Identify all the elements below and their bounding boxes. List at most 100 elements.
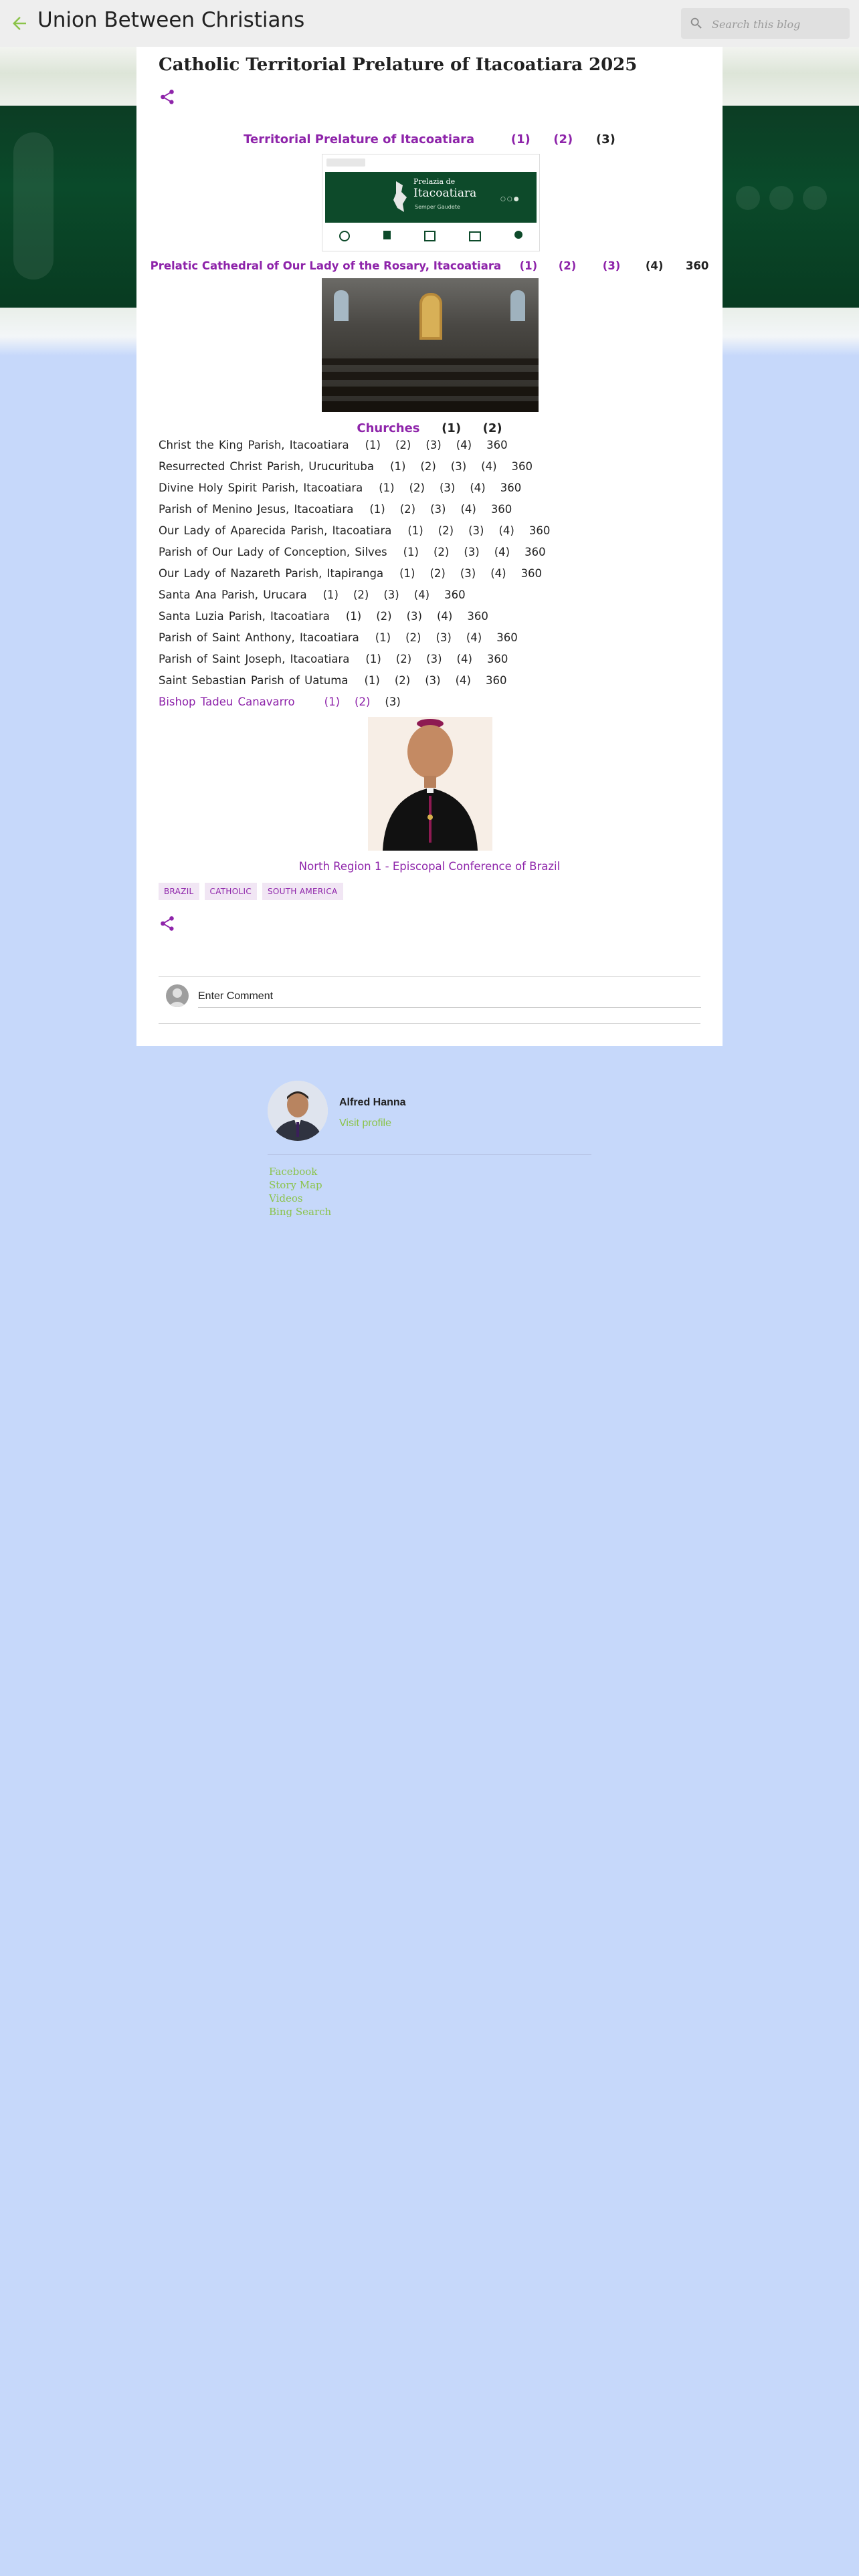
parish-ref-2[interactable]: (2) <box>395 674 410 687</box>
prelature-ref-1[interactable]: (1) <box>511 132 531 146</box>
parish-ref-2[interactable]: (2) <box>430 567 445 580</box>
parish-ref-1[interactable]: (1) <box>407 524 423 537</box>
parish-ref-3[interactable]: (3) <box>468 524 484 537</box>
blog-title[interactable]: Union Between Christians <box>37 8 304 32</box>
parish-ref-3[interactable]: (3) <box>436 631 452 644</box>
parish-ref-4[interactable]: (4) <box>498 524 514 537</box>
parish-ref-3[interactable]: (3) <box>425 439 441 451</box>
parish-ref-3[interactable]: (3) <box>464 546 479 558</box>
parish-ref-1[interactable]: (1) <box>403 546 419 558</box>
share-icon-bottom[interactable] <box>159 915 176 932</box>
cathedral-ref-2[interactable]: (2) <box>559 259 577 272</box>
parish-ref-360[interactable]: 360 <box>467 610 488 623</box>
parish-ref-4[interactable]: (4) <box>466 631 482 644</box>
footer-link-bing-search[interactable]: Bing Search <box>269 1205 331 1218</box>
parish-ref-4[interactable]: (4) <box>437 610 452 623</box>
search-icon[interactable] <box>689 16 704 31</box>
parish-ref-3[interactable]: (3) <box>430 503 446 516</box>
search-box[interactable] <box>681 8 850 39</box>
parish-ref-4[interactable]: (4) <box>457 653 472 665</box>
label-south-america[interactable]: SOUTH AMERICA <box>262 883 343 900</box>
label-brazil[interactable]: BRAZIL <box>159 883 199 900</box>
parish-ref-3[interactable]: (3) <box>383 588 399 601</box>
parish-ref-1[interactable]: (1) <box>375 631 391 644</box>
profile-avatar[interactable] <box>268 1081 328 1141</box>
footer-link-videos[interactable]: Videos <box>269 1192 331 1205</box>
parish-ref-360[interactable]: 360 <box>487 653 508 665</box>
parish-ref-1[interactable]: (1) <box>369 503 385 516</box>
parish-ref-2[interactable]: (2) <box>434 546 449 558</box>
parish-ref-360[interactable]: 360 <box>521 567 543 580</box>
parish-ref-4[interactable]: (4) <box>456 439 472 451</box>
parish-ref-360[interactable]: 360 <box>486 674 507 687</box>
pew-row-4 <box>322 401 539 412</box>
parish-ref-360[interactable]: 360 <box>512 460 533 473</box>
parish-ref-2[interactable]: (2) <box>376 610 391 623</box>
back-arrow-icon[interactable] <box>9 13 29 33</box>
parish-ref-1[interactable]: (1) <box>365 439 381 451</box>
label-catholic[interactable]: CATHOLIC <box>204 883 258 900</box>
parish-ref-3[interactable]: (3) <box>460 567 476 580</box>
parish-ref-1[interactable]: (1) <box>346 610 361 623</box>
parish-ref-2[interactable]: (2) <box>400 503 415 516</box>
bishop-ref-1[interactable]: (1) <box>324 695 340 708</box>
parish-name: Parish of Saint Joseph, Itacoatiara <box>159 653 350 665</box>
cathedral-ref-3[interactable]: (3) <box>603 259 621 272</box>
parish-ref-4[interactable]: (4) <box>490 567 506 580</box>
prelature-link[interactable]: Territorial Prelature of Itacoatiara <box>244 132 474 146</box>
bishop-ref-2[interactable]: (2) <box>355 695 370 708</box>
parish-ref-360[interactable]: 360 <box>444 588 466 601</box>
cathedral-ref-1[interactable]: (1) <box>520 259 538 272</box>
footer-link-facebook[interactable]: Facebook <box>269 1165 331 1178</box>
parish-ref-1[interactable]: (1) <box>379 481 394 494</box>
parish-ref-2[interactable]: (2) <box>409 481 425 494</box>
region-link[interactable]: North Region 1 - Episcopal Conference of… <box>299 860 560 873</box>
parish-ref-2[interactable]: (2) <box>438 524 454 537</box>
visit-profile-link[interactable]: Visit profile <box>339 1117 391 1130</box>
parish-ref-360[interactable]: 360 <box>524 546 546 558</box>
parish-ref-3[interactable]: (3) <box>451 460 466 473</box>
parish-ref-1[interactable]: (1) <box>364 674 379 687</box>
parish-ref-3[interactable]: (3) <box>425 674 440 687</box>
parish-ref-3[interactable]: (3) <box>407 610 422 623</box>
parish-ref-2[interactable]: (2) <box>420 460 436 473</box>
parish-ref-4[interactable]: (4) <box>481 460 496 473</box>
bishop-link[interactable]: Bishop Tadeu Canavarro <box>159 695 295 708</box>
cathedral-interior-image[interactable] <box>322 278 539 412</box>
parish-ref-360[interactable]: 360 <box>486 439 508 451</box>
parish-ref-2[interactable]: (2) <box>353 588 369 601</box>
churches-label[interactable]: Churches <box>357 421 419 435</box>
cathedral-link[interactable]: Prelatic Cathedral of Our Lady of the Ro… <box>151 259 502 272</box>
parish-ref-4[interactable]: (4) <box>470 481 485 494</box>
parish-ref-360[interactable]: 360 <box>529 524 551 537</box>
parish-ref-1[interactable]: (1) <box>399 567 415 580</box>
parish-ref-2[interactable]: (2) <box>405 631 421 644</box>
churches-ref-1[interactable]: (1) <box>442 421 461 435</box>
parish-ref-360[interactable]: 360 <box>500 481 522 494</box>
prelature-ref-2[interactable]: (2) <box>553 132 573 146</box>
share-icon[interactable] <box>159 88 176 106</box>
parish-ref-2[interactable]: (2) <box>395 439 411 451</box>
list-item: Christ the King Parish, Itacoatiara (1) (2… <box>159 439 707 460</box>
parish-ref-3[interactable]: (3) <box>426 653 442 665</box>
search-input[interactable] <box>710 13 847 35</box>
comment-input[interactable]: Enter Comment <box>198 990 273 1002</box>
parish-ref-1[interactable]: (1) <box>365 653 381 665</box>
parish-ref-4[interactable]: (4) <box>414 588 430 601</box>
post-title[interactable]: Catholic Territorial Prelature of Itacoa… <box>159 55 637 75</box>
comment-box[interactable]: Enter Comment <box>166 984 701 1008</box>
prelature-website-image[interactable]: Prelazia de Itacoatiara Semper Gaudete ○… <box>322 154 540 251</box>
profile-divider <box>268 1154 591 1155</box>
parish-ref-4[interactable]: (4) <box>494 546 510 558</box>
parish-ref-1[interactable]: (1) <box>323 588 339 601</box>
bishop-portrait[interactable] <box>368 717 492 851</box>
parish-ref-360[interactable]: 360 <box>491 503 512 516</box>
footer-link-story-map[interactable]: Story Map <box>269 1178 331 1192</box>
parish-ref-1[interactable]: (1) <box>390 460 405 473</box>
parish-ref-4[interactable]: (4) <box>460 503 476 516</box>
parish-ref-360[interactable]: 360 <box>496 631 518 644</box>
parish-ref-4[interactable]: (4) <box>456 674 471 687</box>
parish-ref-3[interactable]: (3) <box>440 481 455 494</box>
churches-ref-2[interactable]: (2) <box>483 421 502 435</box>
parish-ref-2[interactable]: (2) <box>396 653 411 665</box>
